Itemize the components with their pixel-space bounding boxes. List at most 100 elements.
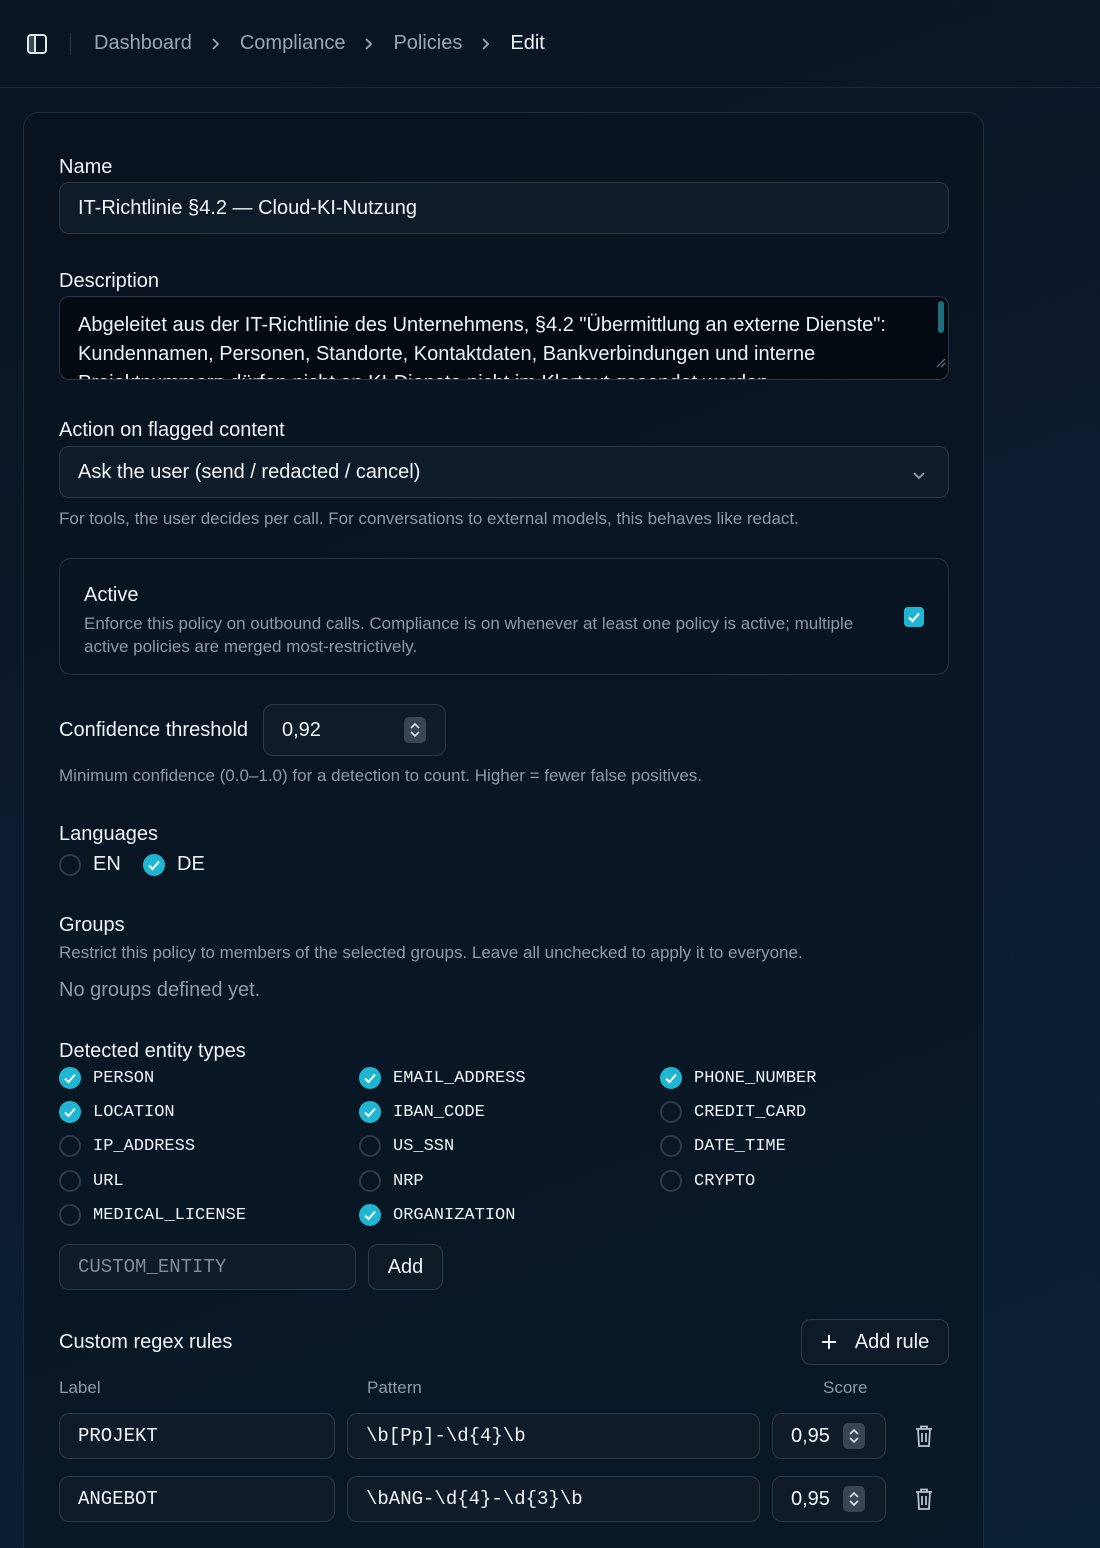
check-icon [665, 1073, 677, 1084]
chevron-right-icon [211, 37, 221, 51]
breadcrumb-policies[interactable]: Policies [393, 32, 462, 55]
rule-label-input[interactable]: ANGEBOT [59, 1476, 335, 1522]
breadcrumb: Dashboard Compliance Policies Edit [94, 32, 545, 55]
description-text: Abgeleitet aus der IT-Richtlinie des Unt… [78, 314, 886, 379]
description-label: Description [59, 270, 160, 292]
language-option-en[interactable]: EN [59, 853, 121, 876]
entities-label: Detected entity types [59, 1040, 246, 1062]
entity-checkbox[interactable] [59, 1135, 81, 1157]
action-select[interactable]: Ask the user (send / redacted / cancel) [59, 446, 949, 498]
active-description: Enforce this policy on outbound calls. C… [84, 614, 854, 656]
breadcrumb-compliance[interactable]: Compliance [240, 32, 346, 55]
entity-checkbox[interactable] [359, 1067, 381, 1089]
resize-handle-icon[interactable] [934, 348, 946, 377]
entity-option-ip-address[interactable]: IP_ADDRESS [59, 1135, 195, 1157]
entity-label: CRYPTO [694, 1171, 756, 1191]
entity-checkbox[interactable] [660, 1101, 682, 1123]
breadcrumb-current: Edit [510, 32, 545, 54]
entity-label: PHONE_NUMBER [694, 1068, 817, 1088]
add-rule-button[interactable]: Add rule [801, 1319, 949, 1365]
entity-option-person[interactable]: PERSON [59, 1067, 154, 1089]
language-label: EN [93, 853, 121, 875]
rule-score-input[interactable]: 0,95 [772, 1476, 886, 1522]
entity-checkbox[interactable] [359, 1204, 381, 1226]
chevron-down-icon [912, 464, 926, 487]
entity-label: EMAIL_ADDRESS [393, 1068, 526, 1088]
entity-checkbox[interactable] [660, 1170, 682, 1192]
check-icon [64, 1073, 76, 1084]
column-header-pattern: Pattern [367, 1378, 422, 1397]
check-icon [908, 612, 920, 623]
rule-score-input[interactable]: 0,95 [772, 1413, 886, 1459]
rule-score-value: 0,95 [791, 1487, 830, 1510]
entity-option-nrp[interactable]: NRP [359, 1170, 424, 1192]
check-icon [148, 860, 160, 870]
add-entity-button[interactable]: Add [368, 1244, 443, 1290]
scrollbar-thumb[interactable] [938, 301, 944, 333]
stepper-icon[interactable] [404, 717, 426, 743]
check-icon [364, 1073, 376, 1084]
entity-label: US_SSN [393, 1136, 455, 1156]
entity-option-email-address[interactable]: EMAIL_ADDRESS [359, 1067, 526, 1089]
languages-label: Languages [59, 823, 158, 845]
check-icon [64, 1107, 76, 1118]
trash-icon[interactable] [913, 1424, 935, 1448]
entity-option-us-ssn[interactable]: US_SSN [359, 1135, 454, 1157]
stepper-icon[interactable] [843, 1423, 865, 1449]
trash-icon[interactable] [913, 1487, 935, 1511]
policy-edit-card: Name IT-Richtlinie §4.2 — Cloud-KI-Nutzu… [23, 112, 984, 1548]
breadcrumb-dashboard[interactable]: Dashboard [94, 32, 192, 55]
entity-option-location[interactable]: LOCATION [59, 1101, 175, 1123]
threshold-help: Minimum confidence (0.0–1.0) for a detec… [59, 766, 703, 785]
entity-checkbox[interactable] [359, 1101, 381, 1123]
entity-label: CREDIT_CARD [694, 1102, 807, 1122]
entity-option-phone-number[interactable]: PHONE_NUMBER [660, 1067, 816, 1089]
rule-label-input[interactable]: PROJEKT [59, 1413, 335, 1459]
threshold-input[interactable]: 0,92 [263, 704, 446, 756]
entity-label: NRP [393, 1171, 424, 1191]
entity-label: LOCATION [93, 1102, 175, 1122]
groups-label: Groups [59, 914, 125, 936]
stepper-icon[interactable] [843, 1486, 865, 1512]
entity-checkbox[interactable] [660, 1135, 682, 1157]
groups-empty: No groups defined yet. [59, 979, 261, 1001]
entity-checkbox[interactable] [359, 1170, 381, 1192]
entity-checkbox[interactable] [59, 1067, 81, 1089]
custom-entity-input[interactable]: CUSTOM_ENTITY [59, 1244, 356, 1290]
regex-rules-label: Custom regex rules [59, 1331, 233, 1353]
entity-option-date-time[interactable]: DATE_TIME [660, 1135, 786, 1157]
entity-option-iban-code[interactable]: IBAN_CODE [359, 1101, 485, 1123]
entity-option-crypto[interactable]: CRYPTO [660, 1170, 755, 1192]
entity-option-credit-card[interactable]: CREDIT_CARD [660, 1101, 806, 1123]
check-icon [364, 1210, 376, 1221]
rule-pattern-input[interactable]: \b[Pp]-\d{4}\b [347, 1413, 760, 1459]
active-checkbox[interactable] [904, 607, 924, 627]
language-label: DE [177, 853, 205, 875]
action-help: For tools, the user decides per call. Fo… [59, 509, 799, 528]
name-input[interactable]: IT-Richtlinie §4.2 — Cloud-KI-Nutzung [59, 182, 949, 234]
add-rule-label: Add rule [854, 1330, 930, 1353]
sidebar-toggle-icon[interactable] [26, 33, 48, 55]
divider [70, 32, 71, 55]
language-checkbox[interactable] [59, 853, 81, 876]
entity-option-organization[interactable]: ORGANIZATION [359, 1204, 515, 1226]
top-bar: Dashboard Compliance Policies Edit [0, 0, 1100, 88]
language-checkbox[interactable] [143, 853, 165, 876]
entity-option-medical-license[interactable]: MEDICAL_LICENSE [59, 1204, 246, 1226]
entity-label: DATE_TIME [694, 1136, 786, 1156]
language-option-de[interactable]: DE [143, 853, 205, 876]
entity-checkbox[interactable] [59, 1101, 81, 1123]
rule-pattern-input[interactable]: \bANG-\d{4}-\d{3}\b [347, 1476, 760, 1522]
entity-checkbox[interactable] [359, 1135, 381, 1157]
entity-checkbox[interactable] [660, 1067, 682, 1089]
action-label: Action on flagged content [59, 419, 285, 441]
description-textarea[interactable]: Abgeleitet aus der IT-Richtlinie des Unt… [59, 296, 949, 380]
entity-checkbox[interactable] [59, 1204, 81, 1226]
entity-label: IBAN_CODE [393, 1102, 485, 1122]
entity-option-url[interactable]: URL [59, 1170, 124, 1192]
entity-checkbox[interactable] [59, 1170, 81, 1192]
rule-score-value: 0,95 [791, 1424, 830, 1447]
plus-icon [821, 1335, 836, 1349]
chevron-right-icon [481, 37, 491, 51]
active-panel: Active Enforce this policy on outbound c… [59, 558, 949, 675]
